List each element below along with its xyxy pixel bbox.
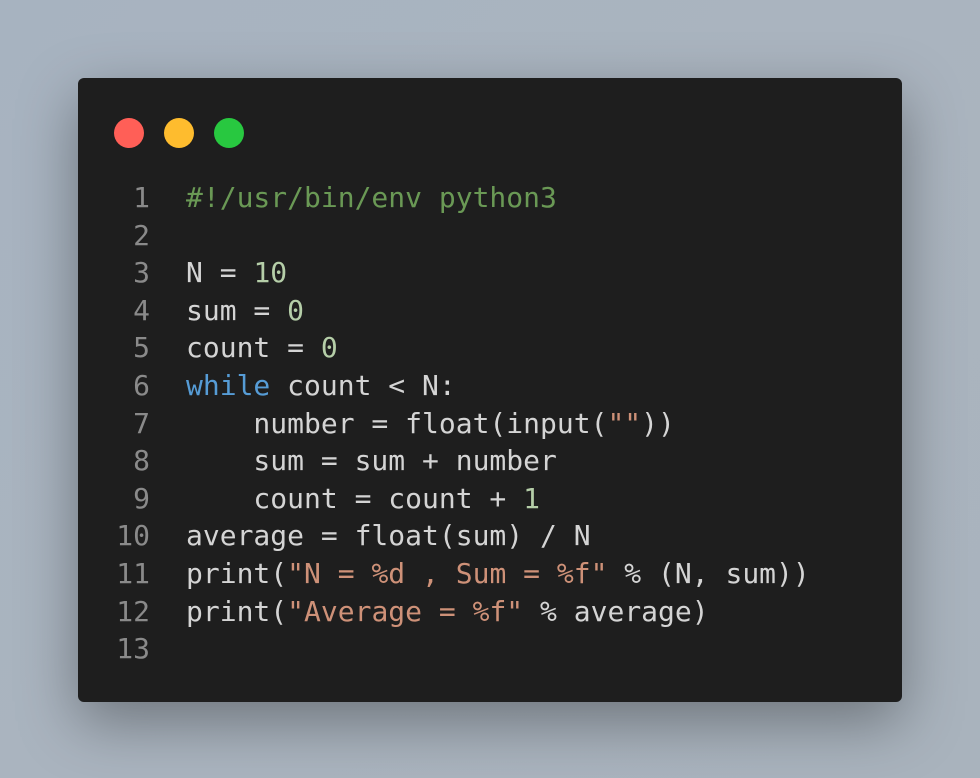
- line-source: sum = sum + number: [186, 442, 557, 480]
- code-token: sum = sum + number: [186, 444, 557, 478]
- code-token: count = count +: [186, 481, 524, 515]
- code-token: % average): [523, 594, 709, 628]
- code-token: count =: [186, 331, 321, 365]
- line-number: 10: [116, 519, 150, 553]
- code-token: sum =: [186, 293, 288, 327]
- code-line: 9 count = count + 1: [78, 480, 902, 518]
- code-token: count < N:: [270, 368, 456, 402]
- close-dot-icon[interactable]: [114, 118, 144, 148]
- code-token: N =: [186, 256, 254, 290]
- line-number: 2: [133, 218, 150, 252]
- line-source: print("Average = %f" % average): [186, 593, 709, 631]
- code-line: 3 N = 10: [78, 254, 902, 292]
- code-token: 10: [253, 256, 288, 290]
- line-source: N = 10: [186, 254, 287, 292]
- line-number: 3: [133, 256, 150, 290]
- line-number: 13: [116, 632, 150, 666]
- line-source: average = float(sum) / N: [186, 517, 591, 555]
- code-line: 5 count = 0: [78, 329, 902, 367]
- code-token: 1: [523, 481, 541, 515]
- line-number: 4: [133, 293, 150, 327]
- code-line: 11 print("N = %d , Sum = %f" % (N, sum)): [78, 555, 902, 593]
- minimize-dot-icon[interactable]: [164, 118, 194, 148]
- code-line: 13: [78, 630, 902, 668]
- code-line: 6 while count < N:: [78, 367, 902, 405]
- line-number: 6: [133, 368, 150, 402]
- code-token: 0: [287, 293, 305, 327]
- code-token: print(: [186, 594, 288, 628]
- code-token: #!/usr/bin/env python3: [186, 181, 557, 214]
- line-source: count = 0: [186, 329, 338, 367]
- code-editor: 1 #!/usr/bin/env python3 2 3 N = 10 4 sum = 05…: [78, 179, 902, 668]
- line-number: 11: [116, 556, 150, 590]
- window-controls: [114, 118, 244, 148]
- line-source: print("N = %d , Sum = %f" % (N, sum)): [186, 555, 810, 593]
- code-token: "": [607, 406, 642, 440]
- line-number: 1: [133, 181, 150, 214]
- line-number: 5: [133, 331, 150, 365]
- code-token: "N = %d , Sum = %f": [287, 556, 608, 590]
- code-line: 7 number = float(input("")): [78, 405, 902, 443]
- code-line: 4 sum = 0: [78, 292, 902, 330]
- code-line: 12 print("Average = %f" % average): [78, 593, 902, 631]
- code-token: number = float(input(: [186, 406, 608, 440]
- code-token: average = float(sum) / N: [186, 519, 591, 553]
- code-token: print(: [186, 556, 288, 590]
- line-number: 7: [133, 406, 150, 440]
- code-token: "Average = %f": [287, 594, 524, 628]
- line-source: number = float(input("")): [186, 405, 675, 443]
- line-number: 12: [116, 594, 150, 628]
- code-line: 8 sum = sum + number: [78, 442, 902, 480]
- line-number: 8: [133, 444, 150, 478]
- code-token: while: [186, 368, 271, 402]
- line-source: #!/usr/bin/env python3: [186, 179, 557, 217]
- maximize-dot-icon[interactable]: [214, 118, 244, 148]
- line-source: count = count + 1: [186, 480, 540, 518]
- line-number: 9: [133, 481, 150, 515]
- code-token: )): [641, 406, 675, 440]
- code-token: % (N, sum)): [607, 556, 810, 590]
- code-token: 0: [320, 331, 338, 365]
- code-line: 10 average = float(sum) / N: [78, 517, 902, 555]
- line-source: while count < N:: [186, 367, 456, 405]
- code-window: 1 #!/usr/bin/env python3 2 3 N = 10 4 sum = 05…: [78, 78, 902, 702]
- code-line: 1 #!/usr/bin/env python3: [78, 179, 902, 217]
- line-source: sum = 0: [186, 292, 304, 330]
- code-line: 2: [78, 217, 902, 255]
